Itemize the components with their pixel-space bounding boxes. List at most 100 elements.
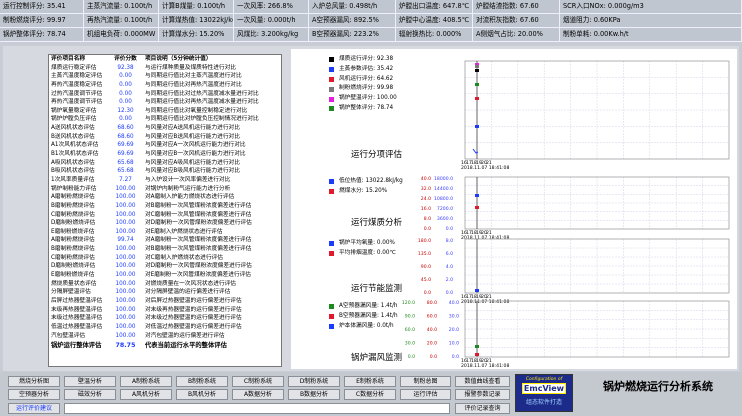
item-score: 100.00 — [115, 315, 136, 322]
axis-tick-label: 45.0 — [421, 277, 431, 283]
status-cell: SCR入口NOx: 0.000g/m3 — [560, 0, 742, 14]
item-score: 评价分数 — [114, 56, 137, 62]
item-name: B吸风机状态评估 — [51, 168, 95, 175]
item-name: B1次风机状态评估 — [51, 151, 99, 158]
nav-button[interactable]: 运行评估 — [400, 389, 451, 400]
operation-advice-button[interactable]: 运行评价建议 — [8, 403, 60, 414]
item-score: 100.00 — [115, 185, 136, 192]
item-name: D磨制粉燃烧评估 — [51, 263, 96, 270]
status-cell: A空预器漏风: 892.5% — [309, 14, 396, 28]
status-cell: 制粉燃烧评分: 99.97 — [0, 14, 84, 28]
item-name: 再热汽温度调节评估 — [51, 99, 103, 106]
item-score: 100.00 — [115, 254, 136, 261]
item-name: 锅炉炉膛负压评估 — [51, 116, 97, 123]
status-cell: 一次风率: 266.8% — [234, 0, 309, 14]
item-description: 对B磨制粉一次风管煤粉浓度偏差进行评估 — [145, 246, 252, 253]
item-name: 后屏过热器壁温评估 — [51, 297, 103, 304]
nav-button[interactable]: A制粉系统 — [120, 376, 172, 387]
axis-tick-label: 6.0 — [446, 251, 453, 257]
item-name: B磨制粉燃烧评估 — [51, 246, 95, 253]
table-row: 后屏过热器壁温评估 100.00 对后屏过热器壁温的运行偏差进行评估 — [49, 297, 281, 306]
status-cell: 对流积灰指数: 67.60 — [473, 14, 560, 28]
item-name: 锅炉制粉能力评估 — [51, 185, 97, 192]
nav-button[interactable]: D制粉系统 — [288, 376, 340, 387]
status-cell: B空预器漏风: 223.2% — [309, 28, 396, 42]
series-marker — [475, 194, 479, 197]
axis-tick-label: 20.0 — [449, 327, 459, 333]
item-name: E磨制粉燃烧评估 — [51, 228, 95, 235]
status-cell: 主蒸汽流量: 0.100t/h — [84, 0, 159, 14]
table-row: B1次风机状态评估 69.69 与风量对应B一次风机运行能力进行对比 — [49, 150, 281, 159]
table-row: 1次风率质量评估 7.27 与入炉设计一次风率偏差进行对比 — [49, 176, 281, 185]
item-score: 12.30 — [117, 107, 134, 114]
status-cell: 辐射换热比: 0.000% — [396, 28, 473, 42]
nav-button[interactable]: B数据分析 — [288, 389, 340, 400]
axis-tick-label: 0.0 — [424, 226, 431, 232]
nav-button[interactable]: B制粉系统 — [176, 376, 228, 387]
item-name: C磨制粉燃烧评估 — [51, 211, 95, 218]
nav-button[interactable]: B风机分析 — [176, 389, 228, 400]
item-description: 与同期运行值比对再热汽温度进行对比 — [145, 81, 242, 88]
item-name: 末级过热器壁温评估 — [51, 315, 103, 322]
nav-button[interactable]: 空预器分析 — [8, 389, 60, 400]
item-score: 0.00 — [119, 99, 132, 106]
item-name: 煤质运行稳定评估 — [51, 64, 97, 71]
nav-button[interactable]: 磁效分析 — [64, 389, 116, 400]
table-row: 低温过热器壁温评估 100.00 对低温过热器壁温的运行偏差进行评估 — [49, 323, 281, 332]
item-description: 对末级再热器壁温的运行偏差进行评估 — [145, 306, 242, 313]
item-description: 与风量对应B吸风机运行能力进行对比 — [145, 168, 240, 175]
emcview-logo: Configuration of EmcView 组态软件打造 — [515, 374, 573, 412]
item-score: 7.27 — [119, 176, 132, 183]
nav-button[interactable]: 数值曲线查看 — [455, 376, 510, 387]
table-row: 燃烧质量状态评估 100.00 对燃烧质量在一次风况状态进行评估 — [49, 280, 281, 289]
item-description: 对燃烧质量在一次风况状态进行评估 — [145, 280, 236, 287]
item-description: 与同期运行值比对主蒸汽温度进行对比 — [145, 73, 242, 80]
table-row: B送风机状态评估 68.60 与风量对应B送风机运行能力进行对比 — [49, 133, 281, 142]
axis-tick-label: 8.0 — [446, 238, 453, 244]
axis-tick-label: 32.0 — [421, 186, 431, 192]
advice-field[interactable] — [64, 403, 450, 414]
table-row: D磨制粉燃烧评估 100.00 对D磨制粉一次风管煤粉浓度偏差进行评估 — [49, 219, 281, 228]
evaluation-table: 评价项目名称 评价分数 项目说明（5分钟统计值） 煤质运行稳定评估 92.38 与运行煤种… — [48, 54, 282, 367]
nav-button[interactable]: 燃烧分析图 — [8, 376, 60, 387]
nav-button[interactable]: 报警参数记录 — [455, 389, 510, 400]
axis-tick-label: 0.0 — [408, 354, 415, 360]
system-title: 锅炉燃烧运行分析系统 — [603, 380, 713, 393]
item-name: 末级再热器壁温评估 — [51, 306, 103, 313]
table-row: 锅炉炉膛负压评估 0.00 与同期运行值比对炉膛负压控制情况进行对比 — [49, 115, 281, 124]
axis-tick-label: 0.0 — [446, 290, 453, 296]
status-cell: 锅炉整体评分: 78.74 — [0, 28, 84, 42]
item-description: 对E磨制入炉燃烧状态进行评估 — [145, 228, 223, 235]
nav-button[interactable]: E制粉系统 — [344, 376, 396, 387]
item-score: 100.00 — [115, 202, 136, 209]
axis-tick-label: 40.0 — [449, 300, 459, 306]
axis-tick-label: 2.0 — [446, 277, 453, 283]
item-description: 对D磨制粉一次风管煤粉浓度偏差进行评估 — [145, 263, 252, 270]
timestamp-label: 2018.11.07 18:41:08 — [461, 235, 509, 241]
status-cell: 一次风量: 0.000t/h — [234, 14, 309, 28]
nav-button[interactable]: 制粉总图 — [400, 376, 451, 387]
item-name: 锅炉氧量稳定评估 — [51, 107, 97, 114]
evaluation-record-button[interactable]: 评价记录查询 — [455, 403, 510, 414]
axis-tick-label: 90.0 — [421, 264, 431, 270]
status-cell: 再热汽流量: 0.100t/h — [84, 14, 159, 28]
nav-button[interactable]: C数据分析 — [344, 389, 396, 400]
nav-button[interactable]: 壁温分析 — [64, 376, 116, 387]
series-marker — [475, 97, 479, 100]
item-name: D磨制粉燃烧评估 — [51, 220, 96, 227]
nav-button[interactable]: C制粉系统 — [232, 376, 284, 387]
series-marker — [475, 353, 479, 356]
nav-button[interactable]: A数据分析 — [232, 389, 284, 400]
chart-panel: 煤质运行评分: 92.38 主蒸参数评估: 35.42 风机运行评分: 64.62 制… — [291, 49, 737, 369]
axis-tick-label: 180.0 — [418, 238, 431, 244]
timestamp-label: 2018.11.07 18:41:08 — [461, 363, 509, 369]
item-score: 0.00 — [119, 81, 132, 88]
item-name: 汽包壁温评估 — [51, 332, 86, 339]
table-row: E磨制粉燃烧评估 100.00 对E磨制入炉燃烧状态进行评估 — [49, 228, 281, 237]
table-row: 汽包壁温评估 100.00 对汽包壁温的运行偏差进行评估 — [49, 332, 281, 341]
item-description: 项目说明（5分钟统计值） — [145, 56, 212, 62]
axis-tick-label: 10800.0 — [434, 196, 453, 202]
nav-button[interactable]: A风机分析 — [120, 389, 172, 400]
trend-charts: 16 17 18 19 20 212018.11.07 18:41:0840.032.02… — [402, 60, 730, 369]
main-area: 评价项目名称 评价分数 项目说明（5分钟统计值） 煤质运行稳定评估 92.38 与运行煤种… — [3, 46, 739, 371]
